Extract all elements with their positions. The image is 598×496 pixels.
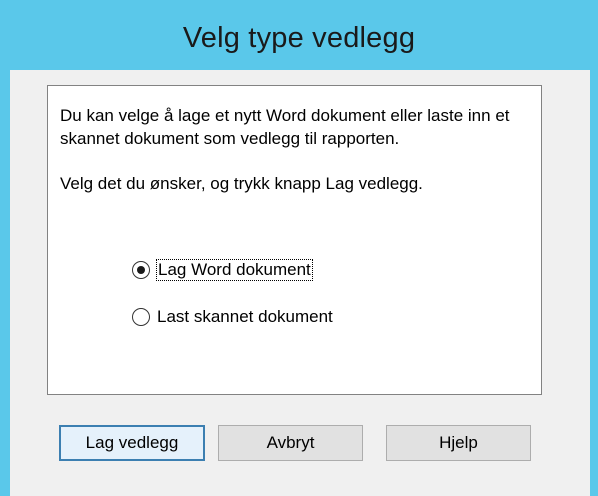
info-text: Du kan velge å lage et nytt Word dokumen… <box>60 104 530 195</box>
info-panel: Du kan velge å lage et nytt Word dokumen… <box>47 85 542 395</box>
radio-button-selected-icon[interactable] <box>132 261 150 279</box>
cancel-button[interactable]: Avbryt <box>218 425 363 461</box>
info-paragraph-2: Velg det du ønsker, og trykk knapp Lag v… <box>60 174 423 193</box>
create-attachment-button[interactable]: Lag vedlegg <box>59 425 205 461</box>
dialog-window: Velg type vedlegg Du kan velge å lage et… <box>0 0 598 496</box>
info-paragraph-1: Du kan velge å lage et nytt Word dokumen… <box>60 106 510 148</box>
title-bar[interactable]: Velg type vedlegg <box>0 0 598 80</box>
radio-label-scan[interactable]: Last skannet dokument <box>157 307 333 327</box>
radio-option-scan[interactable]: Last skannet dokument <box>132 307 333 327</box>
dialog-title: Velg type vedlegg <box>182 21 416 54</box>
radio-button-unselected-icon[interactable] <box>132 308 150 326</box>
radio-option-word[interactable]: Lag Word dokument <box>132 259 313 281</box>
help-button[interactable]: Hjelp <box>386 425 531 461</box>
dialog-body: Du kan velge å lage et nytt Word dokumen… <box>10 70 590 496</box>
radio-dot-icon <box>137 266 145 274</box>
radio-label-word[interactable]: Lag Word dokument <box>156 259 313 281</box>
